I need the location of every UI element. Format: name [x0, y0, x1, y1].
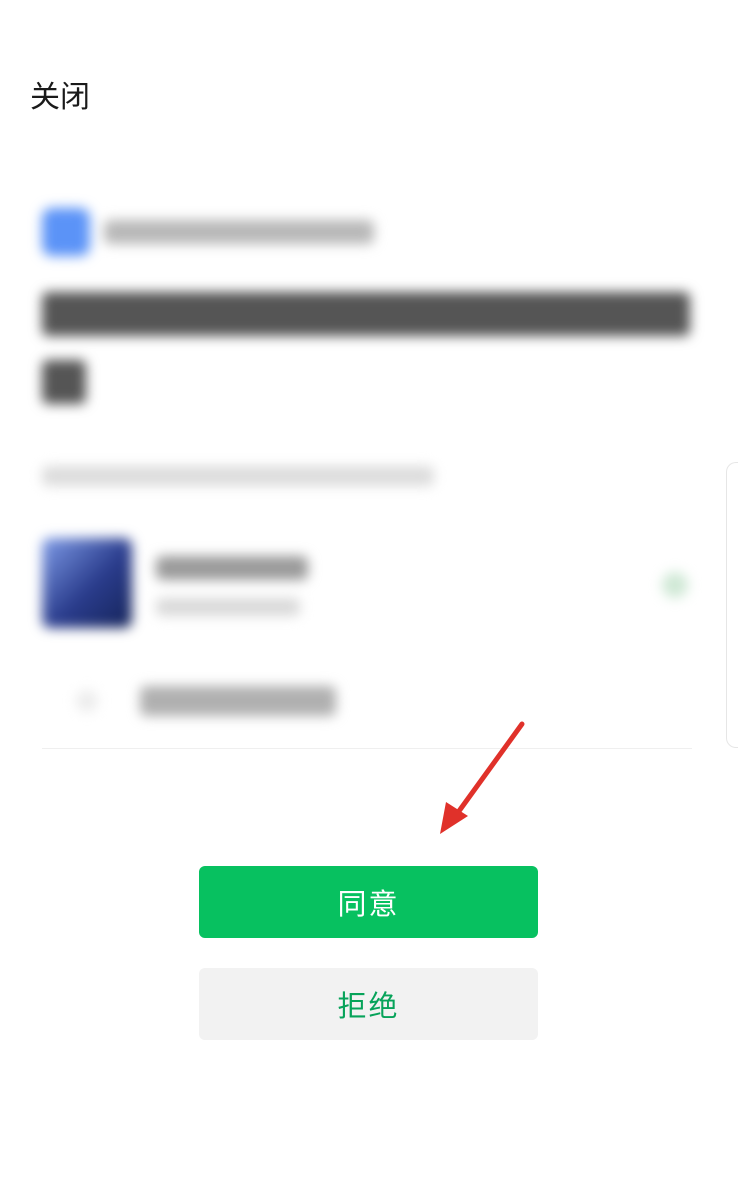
- nickname-placeholder: [156, 556, 308, 580]
- request-title-placeholder: [42, 292, 690, 336]
- check-icon: [662, 572, 688, 598]
- request-title-placeholder-line2: [42, 360, 86, 404]
- option-radio-icon: [76, 690, 98, 712]
- divider: [42, 748, 692, 749]
- avatar: [42, 538, 132, 628]
- annotation-arrow-icon: [440, 721, 525, 834]
- option-label-placeholder: [140, 686, 336, 716]
- close-link[interactable]: 关闭: [30, 78, 90, 118]
- app-icon: [42, 208, 90, 256]
- agree-button[interactable]: 同意: [199, 866, 538, 938]
- reject-button[interactable]: 拒绝: [199, 968, 538, 1040]
- app-name-placeholder: [104, 220, 374, 244]
- side-sheet-edge: [726, 462, 738, 748]
- request-subtitle-placeholder: [42, 466, 434, 486]
- nickname-sub-placeholder: [156, 598, 300, 616]
